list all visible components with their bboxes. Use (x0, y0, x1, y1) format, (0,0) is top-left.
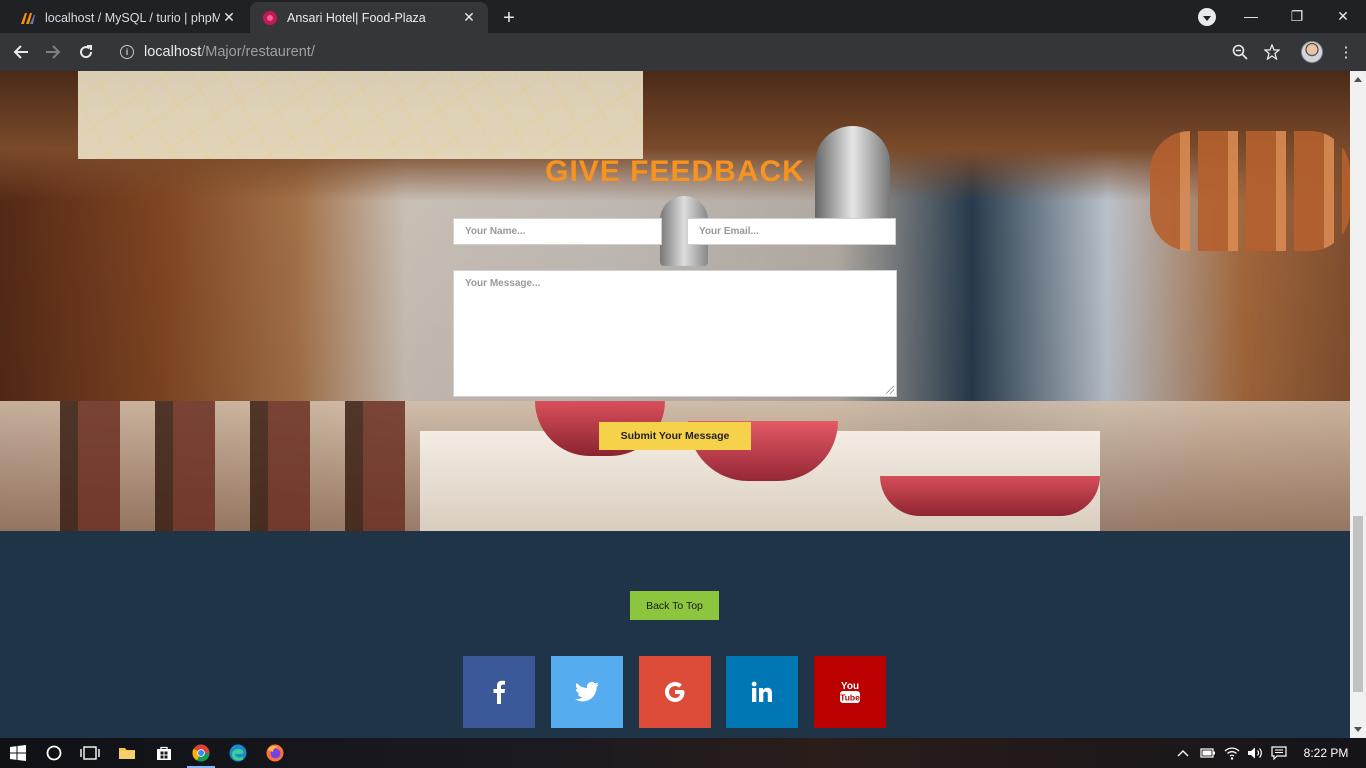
minimize-button[interactable]: — (1228, 0, 1274, 32)
background-image (78, 71, 643, 159)
tab-strip: localhost / MySQL / turio | phpM ✕ Ansar… (0, 0, 1366, 33)
url-host: localhost (144, 44, 202, 60)
edge-taskbar-button[interactable] (220, 738, 256, 768)
kebab-menu-icon[interactable]: ⋮ (1336, 42, 1356, 62)
profile-avatar[interactable] (1301, 41, 1323, 63)
windows-logo-icon (10, 745, 26, 761)
scroll-up-icon[interactable] (1354, 77, 1362, 82)
google-button[interactable] (639, 656, 711, 728)
bookmark-star-icon[interactable] (1262, 42, 1282, 62)
zoom-icon[interactable] (1230, 42, 1250, 62)
facebook-button[interactable] (463, 656, 535, 728)
background-image (1150, 131, 1350, 251)
linkedin-icon (751, 681, 772, 702)
page-scrollbar[interactable] (1350, 71, 1366, 738)
scrollbar-thumb[interactable] (1353, 516, 1363, 692)
show-hidden-icons-button[interactable] (1174, 738, 1192, 768)
cortana-circle-icon (46, 745, 62, 761)
wifi-icon[interactable] (1222, 738, 1242, 768)
tab-search-button[interactable] (1198, 8, 1216, 26)
taskbar-clock[interactable]: 8:22 PM (1296, 738, 1356, 768)
search-button[interactable] (36, 738, 72, 768)
close-tab-icon[interactable]: ✕ (220, 9, 238, 27)
chevron-down-icon (1203, 15, 1211, 21)
chrome-icon (192, 744, 210, 762)
back-button[interactable] (8, 39, 34, 65)
message-textarea[interactable]: Your Message... (453, 270, 897, 397)
site-favicon-icon (263, 10, 277, 25)
forward-button[interactable] (40, 39, 66, 65)
background-image (880, 476, 1100, 516)
message-placeholder: Your Message... (465, 278, 541, 289)
volume-icon[interactable] (1245, 738, 1265, 768)
email-input[interactable]: Your Email... (687, 218, 896, 245)
store-bag-icon (157, 746, 171, 760)
phpmyadmin-icon (21, 12, 35, 24)
browser-toolbar: i localhost/Major/restaurent/ ⋮ (0, 33, 1366, 71)
arrow-right-icon (46, 45, 61, 59)
firefox-taskbar-button[interactable] (257, 738, 293, 768)
svg-text:You: You (841, 681, 859, 692)
youtube-button[interactable]: You Tube (814, 656, 886, 728)
linkedin-button[interactable] (726, 656, 798, 728)
page-viewport: GIVE FEEDBACK Your Name... Your Email...… (0, 71, 1350, 738)
background-image (60, 401, 440, 531)
new-tab-button[interactable]: + (497, 6, 521, 30)
resize-handle-icon[interactable] (886, 386, 894, 394)
close-window-button[interactable]: ✕ (1320, 0, 1366, 32)
restore-button[interactable]: ❐ (1274, 0, 1320, 32)
google-icon (665, 682, 685, 702)
address-bar[interactable]: i localhost/Major/restaurent/ (110, 37, 1290, 67)
notifications-icon[interactable] (1268, 738, 1290, 768)
name-input[interactable]: Your Name... (453, 218, 662, 245)
file-explorer-button[interactable] (109, 738, 145, 768)
chevron-up-icon (1177, 750, 1189, 757)
tab-title: Ansari Hotel| Food-Plaza (287, 10, 426, 25)
feedback-title: GIVE FEEDBACK (545, 155, 805, 188)
svg-text:Tube: Tube (840, 693, 860, 703)
info-icon[interactable]: i (120, 45, 134, 59)
task-view-icon (80, 746, 100, 760)
store-button[interactable] (146, 738, 182, 768)
reload-button[interactable] (73, 39, 99, 65)
folder-icon (119, 748, 135, 759)
battery-icon[interactable] (1198, 738, 1218, 768)
twitter-button[interactable] (551, 656, 623, 728)
arrow-left-icon (13, 45, 28, 59)
tab-ansari-hotel[interactable]: Ansari Hotel| Food-Plaza ✕ (250, 2, 488, 33)
close-tab-icon[interactable]: ✕ (460, 9, 478, 27)
chrome-taskbar-button[interactable] (183, 738, 219, 768)
tab-title: localhost / MySQL / turio | phpM (45, 10, 220, 25)
facebook-icon (493, 680, 505, 704)
edge-icon (229, 744, 247, 762)
windows-taskbar: 8:22 PM (0, 738, 1366, 768)
firefox-icon (266, 744, 284, 762)
scroll-down-icon[interactable] (1354, 727, 1362, 732)
youtube-icon: You Tube (840, 681, 860, 703)
task-view-button[interactable] (72, 738, 108, 768)
start-button[interactable] (0, 738, 36, 768)
url-path: /Major/restaurent/ (201, 44, 315, 60)
back-to-top-button[interactable]: Back To Top (630, 591, 719, 620)
feedback-section: GIVE FEEDBACK Your Name... Your Email...… (0, 71, 1350, 531)
tab-phpmyadmin[interactable]: localhost / MySQL / turio | phpM ✕ (8, 2, 248, 33)
submit-message-button[interactable]: Submit Your Message (599, 422, 751, 450)
reload-icon (80, 45, 93, 59)
twitter-icon (575, 682, 599, 702)
